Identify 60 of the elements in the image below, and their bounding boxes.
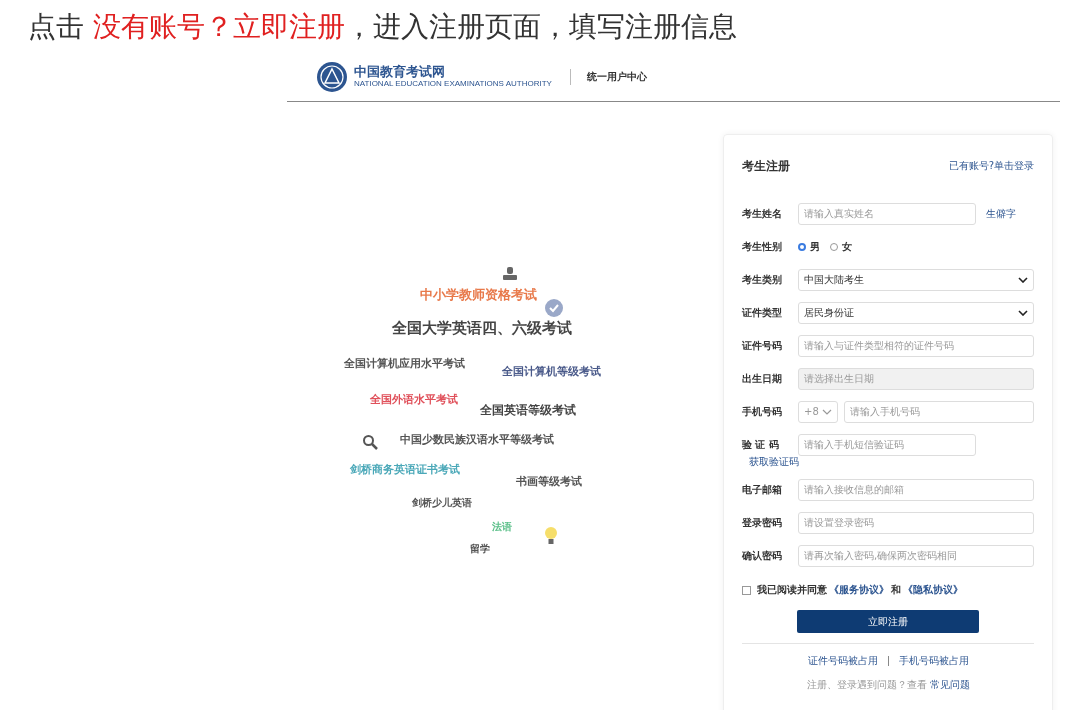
logo-subtitle: NATIONAL EDUCATION EXAMINATIONS AUTHORITY [354,79,552,89]
form-title: 考生注册 [742,157,790,175]
code-input-field[interactable]: 请输入手机短信验证码 [798,433,976,456]
illustration-word: 留学 [470,542,490,556]
gender-radio[interactable]: 女 [830,239,852,254]
chevron-down-icon [822,408,832,415]
illustration-word: 书画等级考试 [516,474,582,489]
input-field[interactable]: 请设置登录密码 [798,511,1034,534]
login-link[interactable]: 已有账号?单击登录 [948,159,1034,173]
illustration-word: 剑桥少儿英语 [412,496,472,510]
illustration-word: 中小学教师资格考试 [420,286,537,304]
input-field[interactable]: 请再次输入密码,确保两次密码相同 [798,544,1034,567]
field-label: 验 证 码 [742,437,780,452]
logo-title: 中国教育考试网 [354,64,446,79]
agreement-text: 我已阅读并同意 [757,583,827,597]
rare-character-link[interactable]: 生僻字 [986,206,1016,221]
conjunction-text: 和 [891,583,901,597]
illustration-word: 全国英语等级考试 [480,402,576,419]
chevron-down-icon [1018,276,1028,283]
gender-radio[interactable]: 男 [798,239,820,254]
phone-input-field[interactable]: 请输入手机号码 [844,400,1034,423]
faq-link[interactable]: 常见问题 [929,678,970,692]
field-label: 手机号码 [742,404,783,419]
agreement-checkbox[interactable] [742,585,751,595]
field-label: 确认密码 [742,548,783,563]
input-field[interactable]: 请输入与证件类型相符的证件号码 [798,334,1034,357]
illustration-word: 全国计算机等级考试 [502,364,601,379]
lightbulb-icon [544,526,558,546]
input-field[interactable]: 请输入真实姓名 [798,202,976,225]
help-link[interactable]: 证件号码被占用 [807,654,878,668]
illustration-word: 全国大学英语四、六级考试 [392,319,572,338]
field-label: 证件类型 [742,305,783,320]
dropdown-select[interactable]: 居民身份证 [798,301,1034,324]
field-label: 出生日期 [742,371,783,386]
privacy-agreement-link[interactable]: 《隐私协议》 [903,583,963,597]
illustration-word: 剑桥商务英语证书考试 [350,462,460,477]
field-label: 考生姓名 [742,206,783,221]
stamp-icon [502,266,518,282]
service-agreement-link[interactable]: 《服务协议》 [829,583,889,597]
instruction-heading: 点击 没有账号？立即注册，进入注册页面，填写注册信息 [28,9,737,45]
register-button[interactable]: 立即注册 [797,610,979,633]
chevron-down-icon [1018,309,1028,316]
emblem-logo-icon [316,60,348,93]
field-label: 考生类别 [742,272,783,287]
illustration-word: 法语 [492,520,512,534]
badge-icon [544,298,564,318]
help-link[interactable]: 手机号码被占用 [898,654,969,668]
illustration-word: 中国少数民族汉语水平等级考试 [400,432,554,447]
magnifier-icon [362,434,378,450]
field-label: 电子邮箱 [742,482,783,497]
field-label: 登录密码 [742,515,783,530]
field-label: 证件号码 [742,338,783,353]
dropdown-select[interactable]: 中国大陆考生 [798,268,1034,291]
illustration-word: 全国计算机应用水平考试 [344,356,465,371]
field-label: 考生性别 [742,239,783,254]
illustration-word: 全国外语水平考试 [370,392,458,407]
input-field[interactable]: 请输入接收信息的邮箱 [798,478,1034,501]
portal-title: 统一用户中心 [586,69,647,84]
help-text: 注册、登录遇到问题？查看 [806,678,927,692]
get-code-link[interactable]: 获取验证码 [749,456,799,467]
